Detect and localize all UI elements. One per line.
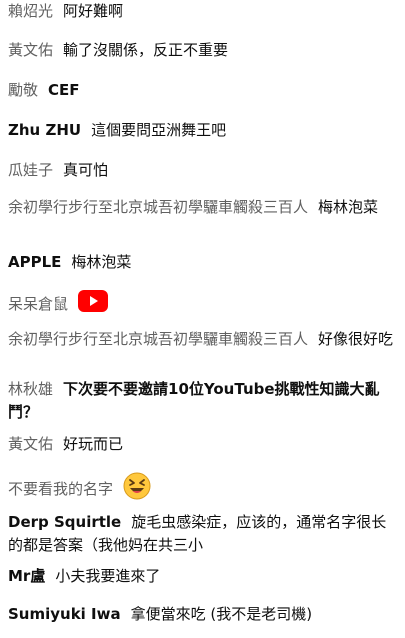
message-author[interactable]: 呆呆倉鼠: [8, 295, 68, 313]
message-author[interactable]: 余初學行步行至北京城吾初學驪車觸殺三百人: [8, 330, 308, 348]
message-author[interactable]: 余初學行步行至北京城吾初學驪車觸殺三百人: [8, 198, 308, 216]
chat-message: Sumiyuki Iwa 拿便當來吃 (我不是老司機): [8, 603, 398, 626]
message-text: 梅林泡菜: [318, 198, 379, 216]
chat-message: 余初學行步行至北京城吾初學驪車觸殺三百人 梅林泡菜: [8, 196, 398, 219]
message-author[interactable]: Mr盧: [8, 567, 45, 585]
message-author[interactable]: 林秋雄: [8, 380, 53, 398]
message-author[interactable]: Sumiyuki Iwa: [8, 605, 121, 623]
message-text: 輸了沒關係，反正不重要: [63, 41, 229, 59]
message-text: 下次要不要邀請10位YouTube挑戰性知識大亂鬥？: [8, 380, 380, 421]
chat-message: 黃文佑 輸了沒關係，反正不重要: [8, 39, 398, 62]
chat-message: 賴炤光 阿好難啊: [8, 0, 398, 23]
message-text: 這個要問亞洲舞王吧: [91, 121, 227, 139]
message-text: 小夫我要進來了: [55, 567, 161, 585]
message-text: 梅林泡菜: [71, 253, 132, 271]
chat-message: Mr盧 小夫我要進來了: [8, 565, 398, 588]
chat-message: Derp Squirtle 旋毛虫感染症，应该的，通常名字很长的都是答案（我他妈在…: [8, 511, 398, 557]
chat-message: 余初學行步行至北京城吾初學驪車觸殺三百人 好像很好吃: [8, 328, 398, 351]
youtube-logo-icon: [78, 290, 109, 319]
chat-message-list: 賴炤光 阿好難啊 黃文佑 輸了沒關係，反正不重要 勵敬 CEF Zhu ZHU 這個要問…: [0, 0, 405, 638]
message-text: 阿好難啊: [63, 2, 124, 20]
message-author[interactable]: Derp Squirtle: [8, 513, 121, 531]
chat-message: 呆呆倉鼠: [8, 290, 398, 319]
message-author[interactable]: Zhu ZHU: [8, 121, 81, 139]
message-author[interactable]: APPLE: [8, 253, 61, 271]
message-author[interactable]: 黃文佑: [8, 41, 53, 59]
chat-message: 勵敬 CEF: [8, 79, 398, 102]
message-author[interactable]: 賴炤光: [8, 2, 53, 20]
chat-message: APPLE 梅林泡菜: [8, 251, 398, 274]
message-author[interactable]: 勵敬: [8, 81, 38, 99]
message-text: CEF: [48, 81, 80, 99]
chat-message: Zhu ZHU 這個要問亞洲舞王吧: [8, 119, 398, 142]
chat-message: 黃文佑 好玩而已: [8, 433, 398, 456]
message-text: 拿便當來吃 (我不是老司機): [130, 605, 313, 623]
message-text: 好像很好吃: [318, 330, 394, 348]
message-author[interactable]: 瓜娃子: [8, 161, 53, 179]
grinning-squinting-face-icon: [123, 472, 151, 507]
message-text: 真可怕: [63, 161, 109, 179]
chat-message: 林秋雄 下次要不要邀請10位YouTube挑戰性知識大亂鬥？: [8, 378, 398, 424]
message-text: 好玩而已: [63, 435, 124, 453]
chat-message: 瓜娃子 真可怕: [8, 159, 398, 182]
message-author[interactable]: 黃文佑: [8, 435, 53, 453]
chat-message: 不要看我的名字: [8, 472, 398, 507]
message-author[interactable]: 不要看我的名字: [8, 480, 113, 498]
